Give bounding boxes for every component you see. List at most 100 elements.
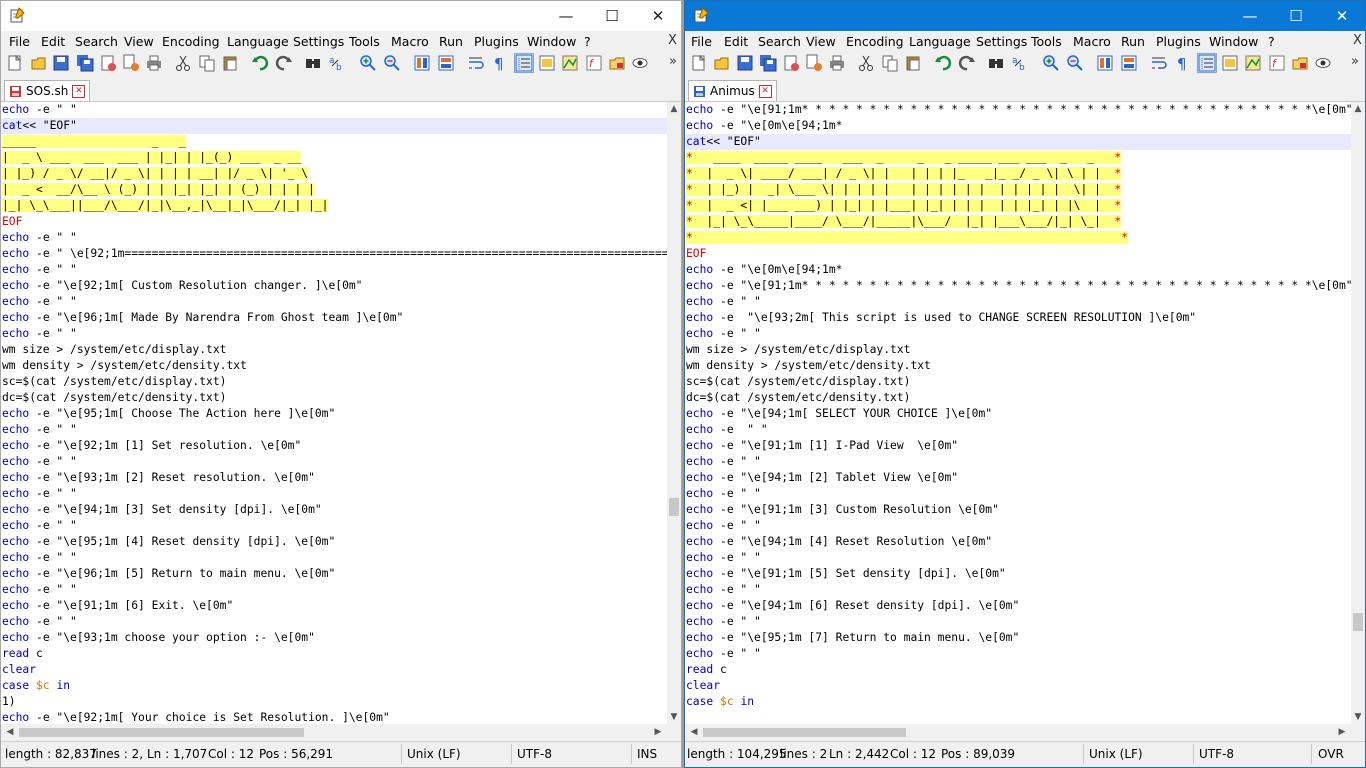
notepad-app-icon[interactable]: [693, 7, 709, 23]
zoom-in-icon[interactable]: [359, 54, 377, 72]
close-window-button[interactable]: ✕: [1319, 1, 1365, 31]
close-all-icon[interactable]: [805, 54, 823, 72]
word-wrap-icon[interactable]: [1150, 54, 1168, 72]
folder-workspace-icon[interactable]: [608, 54, 626, 72]
menu-language[interactable]: Language: [909, 34, 971, 49]
menu-language[interactable]: Language: [227, 34, 289, 49]
print-icon[interactable]: [145, 54, 163, 72]
menu-macro[interactable]: Macro: [1073, 34, 1111, 49]
tab-sos-sh[interactable]: SOS.sh ✕: [4, 80, 91, 101]
tab-animus[interactable]: Animus ✕: [688, 80, 777, 101]
close-file-icon[interactable]: [99, 54, 117, 72]
menu-settings[interactable]: Settings: [976, 34, 1027, 49]
menu-edit[interactable]: Edit: [41, 34, 65, 49]
scroll-right-arrow-icon[interactable]: ▶: [1335, 727, 1349, 737]
scroll-thumb[interactable]: [669, 498, 679, 516]
scroll-up-arrow-icon[interactable]: ▲: [667, 104, 681, 114]
vertical-scrollbar[interactable]: ▲ ▼: [1351, 102, 1365, 724]
print-icon[interactable]: [828, 54, 846, 72]
zoom-out-icon[interactable]: [1066, 54, 1084, 72]
scroll-thumb[interactable]: [1353, 613, 1363, 631]
scroll-thumb[interactable]: [19, 728, 304, 737]
scroll-right-arrow-icon[interactable]: ▶: [651, 727, 665, 737]
menu-window[interactable]: Window: [527, 34, 576, 49]
tab-close-icon[interactable]: ✕: [72, 84, 86, 98]
maximize-button[interactable]: ☐: [589, 1, 635, 31]
open-file-icon[interactable]: [713, 54, 731, 72]
code-editor[interactable]: echo -e "\e[91;1m* * * * * * * * * * * *…: [685, 102, 1351, 724]
scroll-left-arrow-icon[interactable]: ◀: [3, 727, 17, 737]
menu-search[interactable]: Search: [758, 34, 801, 49]
code-editor[interactable]: echo -e " " cat<< "EOF" _____ _ _ | _ \ ___…: [1, 102, 667, 724]
copy-icon[interactable]: [881, 54, 899, 72]
scroll-thumb[interactable]: [703, 728, 906, 737]
monitoring-icon[interactable]: [1314, 54, 1332, 72]
folder-workspace-icon[interactable]: [1291, 54, 1309, 72]
scroll-down-arrow-icon[interactable]: ▼: [667, 712, 681, 722]
sync-horizontal-icon[interactable]: [437, 54, 455, 72]
find-icon[interactable]: [304, 54, 322, 72]
close-document-button[interactable]: X: [668, 33, 677, 48]
title-bar[interactable]: — ☐ ✕: [1, 1, 681, 31]
copy-icon[interactable]: [198, 54, 216, 72]
undo-icon[interactable]: [934, 54, 952, 72]
replace-icon[interactable]: ab: [1011, 54, 1029, 72]
minimize-button[interactable]: —: [1227, 1, 1273, 31]
cut-icon[interactable]: [857, 54, 875, 72]
title-bar[interactable]: — ☐ ✕: [685, 1, 1365, 31]
menu-run[interactable]: Run: [439, 34, 463, 49]
save-all-icon[interactable]: [76, 54, 94, 72]
sync-vertical-icon[interactable]: [1096, 54, 1114, 72]
menu-tools[interactable]: Tools: [349, 34, 380, 49]
paste-icon[interactable]: [221, 54, 239, 72]
menu-encoding[interactable]: Encoding: [846, 34, 904, 49]
word-wrap-icon[interactable]: [467, 54, 485, 72]
menu-help[interactable]: ?: [584, 34, 591, 49]
menu-settings[interactable]: Settings: [293, 34, 344, 49]
redo-icon[interactable]: [275, 54, 293, 72]
show-all-chars-icon[interactable]: ¶: [1174, 54, 1192, 72]
save-icon[interactable]: [736, 54, 754, 72]
save-icon[interactable]: [52, 54, 70, 72]
menu-edit[interactable]: Edit: [724, 34, 748, 49]
toolbar-overflow-button[interactable]: »: [669, 54, 677, 69]
menu-plugins[interactable]: Plugins: [1156, 34, 1201, 49]
minimize-button[interactable]: —: [543, 1, 589, 31]
sync-vertical-icon[interactable]: [413, 54, 431, 72]
close-all-icon[interactable]: [122, 54, 140, 72]
close-document-button[interactable]: X: [1353, 33, 1362, 48]
new-file-icon[interactable]: [690, 54, 708, 72]
close-window-button[interactable]: ✕: [635, 1, 681, 31]
new-file-icon[interactable]: [6, 54, 24, 72]
zoom-in-icon[interactable]: [1042, 54, 1060, 72]
menu-file[interactable]: File: [9, 34, 30, 49]
user-language-icon[interactable]: [1221, 54, 1239, 72]
open-file-icon[interactable]: [30, 54, 48, 72]
show-all-chars-icon[interactable]: ¶: [491, 54, 509, 72]
menu-view[interactable]: View: [806, 34, 836, 49]
menu-window[interactable]: Window: [1209, 34, 1258, 49]
menu-macro[interactable]: Macro: [391, 34, 429, 49]
zoom-out-icon[interactable]: [383, 54, 401, 72]
undo-icon[interactable]: [251, 54, 269, 72]
close-file-icon[interactable]: [782, 54, 800, 72]
horizontal-scrollbar[interactable]: ◀ ▶: [685, 724, 1351, 741]
document-map-icon[interactable]: [1244, 54, 1262, 72]
menu-tools[interactable]: Tools: [1031, 34, 1062, 49]
document-map-icon[interactable]: [561, 54, 579, 72]
menu-search[interactable]: Search: [75, 34, 118, 49]
maximize-button[interactable]: ☐: [1273, 1, 1319, 31]
scroll-down-arrow-icon[interactable]: ▼: [1351, 712, 1365, 722]
horizontal-scrollbar[interactable]: ◀ ▶: [1, 724, 667, 741]
tab-close-icon[interactable]: ✕: [758, 84, 772, 98]
menu-help[interactable]: ?: [1268, 34, 1275, 49]
menu-run[interactable]: Run: [1121, 34, 1145, 49]
scroll-up-arrow-icon[interactable]: ▲: [1351, 104, 1365, 114]
notepad-app-icon[interactable]: [9, 7, 25, 23]
scroll-left-arrow-icon[interactable]: ◀: [687, 727, 701, 737]
menu-file[interactable]: File: [691, 34, 712, 49]
toolbar-overflow-button[interactable]: »: [1351, 54, 1359, 69]
indent-guide-icon[interactable]: [514, 53, 534, 73]
function-list-icon[interactable]: f: [585, 54, 603, 72]
menu-plugins[interactable]: Plugins: [474, 34, 519, 49]
